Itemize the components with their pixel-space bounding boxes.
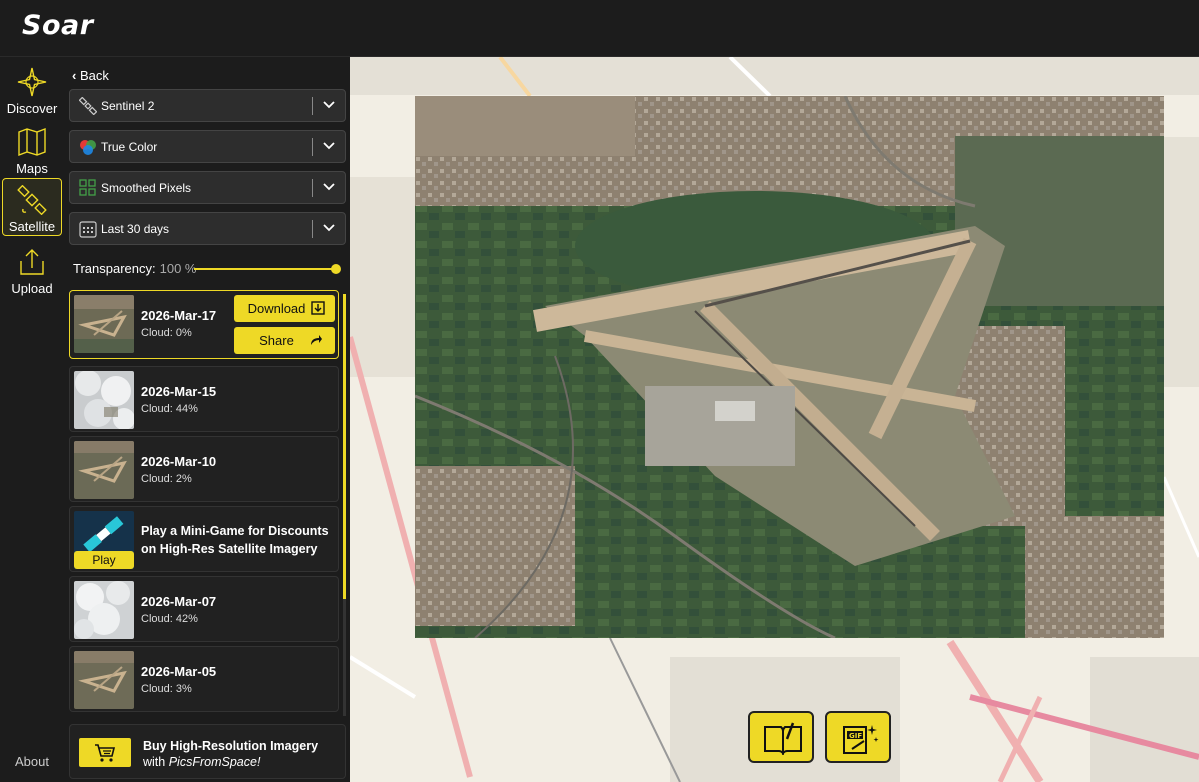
soar-logo[interactable]: Soar <box>22 10 94 41</box>
transparency-slider-handle[interactable] <box>331 264 341 274</box>
download-icon <box>311 301 325 315</box>
nav-label: Satellite <box>8 219 56 234</box>
map-tool-gif[interactable]: GIF <box>825 711 891 763</box>
satellite-source-dropdown[interactable]: Sentinel 2 <box>69 89 346 122</box>
image-card[interactable]: 2026-Mar-07 Cloud: 42% <box>69 576 339 642</box>
nav-label: Upload <box>11 281 53 296</box>
promo-text: Play a Mini-Game for Discounts on High-R… <box>141 524 329 556</box>
satellite-image-overlay <box>415 96 1164 638</box>
image-thumbnail <box>74 371 134 429</box>
divider <box>312 179 313 197</box>
book-pencil-icon <box>764 722 802 755</box>
image-thumbnail <box>74 651 134 709</box>
map-view[interactable]: GIF <box>350 57 1199 782</box>
image-date: 2026-Mar-05 <box>141 664 217 679</box>
chevron-down-icon <box>323 101 335 109</box>
image-date: 2026-Mar-10 <box>141 454 217 469</box>
nav-maps[interactable]: Maps <box>2 121 62 179</box>
share-button[interactable]: Share <box>234 327 335 354</box>
shopping-cart-icon <box>95 744 116 762</box>
image-cloud-cover: Cloud: 2% <box>141 473 192 485</box>
mini-game-promo-card[interactable]: Play Play a Mini-Game for Discounts on H… <box>69 506 339 572</box>
pixels-icon <box>79 179 96 196</box>
divider <box>312 220 313 238</box>
image-thumbnail <box>74 441 134 499</box>
buy-high-res-banner[interactable]: Buy High-Resolution Imagery with PicsFro… <box>69 724 346 779</box>
left-nav: Discover Maps Satellite Upload About <box>0 57 64 782</box>
download-button[interactable]: Download <box>234 295 335 322</box>
image-card[interactable]: 2026-Mar-05 Cloud: 3% <box>69 646 339 712</box>
image-cloud-cover: Cloud: 44% <box>141 403 198 415</box>
nav-satellite[interactable]: Satellite <box>2 178 62 236</box>
image-cloud-cover: Cloud: 3% <box>141 683 192 695</box>
divider <box>312 97 313 115</box>
gif-sparkle-icon: GIF <box>843 725 879 754</box>
image-card[interactable]: 2026-Mar-10 Cloud: 2% <box>69 436 339 502</box>
picsfromspace-link[interactable]: PicsFromSpace! <box>169 755 261 769</box>
transparency-value: 100 % <box>159 261 197 276</box>
dropdown-value: Smoothed Pixels <box>101 181 192 195</box>
satellite-icon <box>79 97 97 115</box>
image-cloud-cover: Cloud: 0% <box>141 327 192 339</box>
image-date: 2026-Mar-07 <box>141 594 217 609</box>
date-range-dropdown[interactable]: Last 30 days <box>69 212 346 245</box>
upload-icon <box>20 249 44 275</box>
image-list: 2026-Mar-17 Cloud: 0% Download Share 202… <box>64 290 350 715</box>
image-thumbnail <box>74 581 134 639</box>
dropdown-value: Sentinel 2 <box>101 99 155 113</box>
cart-button[interactable] <box>79 738 131 767</box>
image-card[interactable]: 2026-Mar-17 Cloud: 0% Download Share <box>69 290 339 359</box>
dropdown-value: True Color <box>101 140 158 154</box>
list-scrollbar-thumb[interactable] <box>343 294 346 599</box>
top-bar: Soar <box>0 0 1199 57</box>
back-button[interactable]: ‹ Back <box>72 68 109 83</box>
color-circles-icon <box>80 140 96 155</box>
image-thumbnail <box>74 295 134 353</box>
image-date: 2026-Mar-17 <box>141 308 217 323</box>
image-date: 2026-Mar-15 <box>141 384 217 399</box>
folded-map-icon <box>18 127 46 157</box>
dropdown-value: Last 30 days <box>101 222 170 236</box>
transparency-label: Transparency: 100 % <box>73 261 197 276</box>
play-button[interactable]: Play <box>74 551 134 569</box>
calendar-icon <box>79 221 97 238</box>
chevron-left-icon: ‹ <box>72 68 77 83</box>
chevron-down-icon <box>323 224 335 232</box>
chevron-down-icon <box>323 142 335 150</box>
buy-text: Buy High-Resolution Imagery with PicsFro… <box>143 739 319 769</box>
map-tool-book[interactable] <box>748 711 814 763</box>
chevron-down-icon <box>323 183 335 191</box>
nav-upload[interactable]: Upload <box>2 241 62 299</box>
nav-label: Discover <box>6 101 58 116</box>
pixel-rendering-dropdown[interactable]: Smoothed Pixels <box>69 171 346 204</box>
svg-text:GIF: GIF <box>849 732 862 740</box>
share-arrow-icon <box>311 335 322 345</box>
nav-discover[interactable]: Discover <box>2 61 62 119</box>
about-link[interactable]: About <box>0 754 64 769</box>
satellite-icon <box>17 185 47 215</box>
divider <box>312 138 313 156</box>
transparency-slider-track[interactable] <box>194 268 336 270</box>
image-card[interactable]: 2026-Mar-15 Cloud: 44% <box>69 366 339 432</box>
nav-label: Maps <box>16 161 48 176</box>
band-combination-dropdown[interactable]: True Color <box>69 130 346 163</box>
satellite-panel: ‹ Back Sentinel 2 True Color Smoothed Pi… <box>64 57 350 782</box>
image-cloud-cover: Cloud: 42% <box>141 613 198 625</box>
compass-star-icon <box>17 67 47 97</box>
